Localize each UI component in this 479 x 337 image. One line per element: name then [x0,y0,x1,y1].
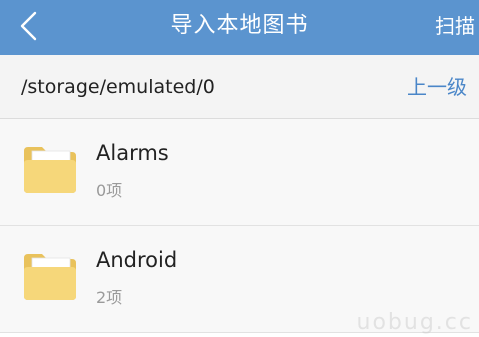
item-name: Android [96,248,178,272]
import-local-books-screen: 导入本地图书 扫描 /storage/emulated/0 上一级 Alarms… [0,0,479,337]
list-item[interactable]: Alarms 0项 [0,119,479,226]
file-list: Alarms 0项 Android 2项 [0,119,479,333]
watermark: uobug.cc [356,310,473,335]
parent-directory-button[interactable]: 上一级 [407,55,467,118]
page-title: 导入本地图书 [170,13,309,38]
path-bar: /storage/emulated/0 上一级 [0,55,479,119]
item-count: 2项 [96,288,123,307]
current-path: /storage/emulated/0 [21,76,215,98]
item-name: Alarms [96,141,169,165]
top-app-bar: 导入本地图书 扫描 [0,0,479,55]
item-count: 0项 [96,181,123,200]
folder-icon [24,254,76,300]
scan-button[interactable]: 扫描 [435,0,475,55]
folder-icon [24,147,76,193]
